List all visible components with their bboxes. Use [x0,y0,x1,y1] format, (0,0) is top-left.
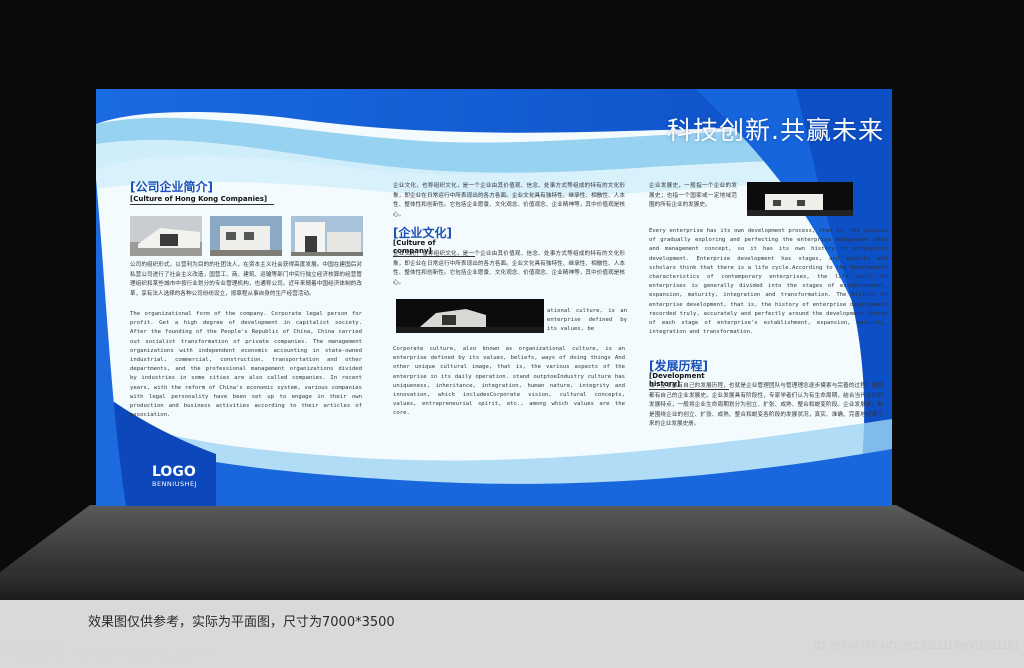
intro-en-text: The organizational form of the company. … [130,311,362,419]
building-photo-4 [396,299,544,333]
slogan-title: 科技创新.共赢未来 [667,116,884,145]
development-cn-top: 企业发展史，一般指一个企业的发展史；也指一个国家或一定地域范围的所有企业的发展史… [649,183,737,209]
building-photo-5 [747,182,853,216]
logo-sub: BENNIUSHEJ [152,480,198,488]
watermark-id: ID:20546798 NO:20230211180901621101 [814,640,1020,652]
culture-en-side: ational culture, is an enterprise define… [547,308,627,333]
intro-subtitle: [Culture of Hong Kong Companies] [130,195,274,205]
intro-title: [公司企业简介] [130,180,213,194]
watermark-cn: 昵图网 [4,641,64,663]
building-photo-1 [130,216,202,256]
caption-note: 效果图仅供参考，实际为平面图，尺寸为7000*3500 [88,615,395,630]
culture-cn-top: 企业文化，也称组织文化，是一个企业由其价值观、信念、处事方式等组成的特有的文化形… [393,183,625,218]
culture-en-text: Corporate culture, also known as organiz… [393,346,625,417]
watermark-url: www.nipic.com [70,641,216,663]
building-photo-3 [291,216,363,256]
development-en-text: Every enterprise has its own development… [649,228,887,336]
building-photo-2 [210,216,282,256]
culture-cn-text: 企业文化，也称组织文化，是一个企业由其价值观、信念、处事方式等组成的特有的文化形… [393,251,625,286]
logo: LOGO BENNIUSHEJ [152,464,197,488]
intro-cn-text: 公司的组织形式，以营利为目的的社团法人，在资本主义社会获得高度发展。中国在建国后… [130,262,362,297]
logo-main: LOGO [152,464,196,480]
development-cn-text: 每个企业都有自己的发展历程，也就是企业管理团队与管理理念逐步摸索与完善的过程，因… [649,383,883,428]
watermark-logo: 昵图网 www.nipic.com [4,635,216,664]
exhibition-board: 科技创新.共赢未来 [公司企业简介] [Culture of Hong Kong… [96,89,892,506]
